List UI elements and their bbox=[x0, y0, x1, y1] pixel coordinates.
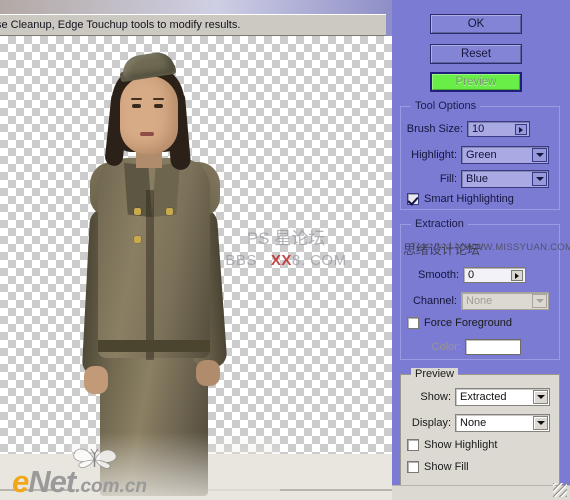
brush-size-value: 10 bbox=[472, 123, 485, 135]
ok-button[interactable]: OK bbox=[430, 14, 522, 34]
highlight-label: Highlight: bbox=[411, 149, 457, 161]
extracted-subject-image bbox=[70, 40, 280, 500]
subject-eye-right bbox=[154, 104, 163, 108]
fill-label: Fill: bbox=[439, 173, 457, 185]
brush-size-input[interactable]: 10 bbox=[467, 121, 530, 137]
extract-dialog: se Cleanup, Edge Touchup tools to modify… bbox=[0, 0, 570, 500]
canvas-top-strip bbox=[0, 0, 392, 14]
display-select[interactable]: None bbox=[455, 414, 550, 432]
show-fill-label: Show Fill bbox=[424, 461, 469, 473]
channel-select: None bbox=[461, 292, 549, 310]
display-row: Display: None bbox=[401, 413, 561, 433]
subject-placket bbox=[146, 190, 154, 360]
force-foreground-checkbox[interactable]: Force Foreground bbox=[407, 317, 512, 329]
highlight-row: Highlight: Green bbox=[401, 145, 561, 165]
chevron-down-icon[interactable] bbox=[533, 390, 548, 404]
brush-size-label: Brush Size: bbox=[406, 123, 463, 135]
brush-size-slider-arrow-icon[interactable] bbox=[515, 124, 527, 135]
preview-title: Preview bbox=[411, 368, 459, 380]
highlight-select[interactable]: Green bbox=[461, 146, 549, 164]
smooth-value: 0 bbox=[468, 269, 475, 281]
show-fill-checkbox[interactable]: Show Fill bbox=[407, 461, 469, 473]
textured-image-label: Textured Image bbox=[411, 241, 485, 253]
smart-highlighting-checkbox[interactable]: Smart Highlighting bbox=[407, 193, 514, 205]
subject-mouth bbox=[140, 132, 154, 136]
display-label: Display: bbox=[411, 417, 451, 429]
checkbox-unchecked-icon[interactable] bbox=[407, 461, 419, 473]
fill-select[interactable]: Blue bbox=[461, 170, 549, 188]
subject-belt bbox=[98, 340, 210, 352]
subject-button bbox=[134, 208, 141, 215]
tool-options-group: Tool Options Brush Size: 10 Highlight: G… bbox=[400, 100, 561, 210]
panel-bottom-strip bbox=[392, 486, 570, 500]
checkbox-checked-icon[interactable] bbox=[407, 193, 419, 205]
reset-button[interactable]: Reset bbox=[430, 44, 522, 64]
smooth-slider-arrow-icon[interactable] bbox=[511, 270, 523, 281]
subject-button bbox=[134, 236, 141, 243]
preview-button[interactable]: Preview bbox=[430, 72, 522, 92]
enet-logo: e Net .com.cn bbox=[12, 464, 147, 499]
extraction-group: Extraction Textured Image 思绪设计论坛 WWW.MIS… bbox=[400, 218, 570, 360]
controls-panel: OK Reset Preview Tool Options Brush Size… bbox=[392, 0, 570, 500]
show-label: Show: bbox=[420, 391, 451, 403]
hint-bar: se Cleanup, Edge Touchup tools to modify… bbox=[0, 14, 388, 36]
logo-domain: .com.cn bbox=[75, 476, 148, 497]
show-highlight-label: Show Highlight bbox=[424, 439, 498, 451]
chevron-down-icon bbox=[532, 294, 547, 308]
extraction-title: Extraction bbox=[411, 218, 468, 230]
chevron-down-icon[interactable] bbox=[532, 172, 547, 186]
brush-size-row: Brush Size: 10 bbox=[401, 119, 561, 139]
extraction-watermark-cn: 思绪设计论坛 bbox=[403, 242, 480, 257]
subject-eye-left bbox=[132, 104, 141, 108]
logo-net: Net bbox=[28, 464, 76, 499]
tool-options-title: Tool Options bbox=[411, 100, 481, 112]
subject-hand-left bbox=[84, 366, 108, 394]
color-row: Color: bbox=[401, 337, 561, 357]
color-label: Color: bbox=[431, 341, 461, 353]
highlight-value: Green bbox=[466, 149, 497, 161]
subject-hand-right bbox=[196, 360, 220, 386]
extraction-watermark-site: WWW.MISSYUAN.COM bbox=[465, 242, 570, 253]
display-value: None bbox=[460, 417, 487, 429]
logo-e: e bbox=[12, 464, 29, 499]
show-highlight-checkbox[interactable]: Show Highlight bbox=[407, 439, 497, 451]
checkbox-unchecked-icon[interactable] bbox=[407, 317, 419, 329]
subject-eyebrow-left bbox=[131, 98, 142, 100]
show-row: Show: Extracted bbox=[401, 387, 561, 407]
checkbox-unchecked-icon[interactable] bbox=[407, 439, 419, 451]
subject-eyebrow-right bbox=[153, 98, 164, 100]
show-value: Extracted bbox=[460, 391, 507, 403]
resize-grip[interactable] bbox=[553, 483, 567, 497]
channel-row: Channel: None bbox=[401, 291, 561, 311]
smart-highlighting-label: Smart Highlighting bbox=[424, 193, 514, 205]
subject-button bbox=[166, 208, 173, 215]
channel-value: None bbox=[466, 295, 493, 307]
smooth-row: Smooth: 0 bbox=[401, 265, 561, 285]
show-select[interactable]: Extracted bbox=[455, 388, 550, 406]
foreground-color-swatch[interactable] bbox=[465, 339, 521, 355]
image-canvas-pane: se Cleanup, Edge Touchup tools to modify… bbox=[0, 0, 392, 500]
chevron-down-icon[interactable] bbox=[533, 416, 548, 430]
preview-group: Preview Show: Extracted Display: None Sh… bbox=[400, 368, 561, 486]
chevron-down-icon[interactable] bbox=[532, 148, 547, 162]
subject-face bbox=[120, 76, 178, 154]
smooth-label: Smooth: bbox=[418, 269, 459, 281]
force-foreground-label: Force Foreground bbox=[424, 317, 513, 329]
fill-value: Blue bbox=[466, 173, 489, 185]
smooth-input[interactable]: 0 bbox=[463, 267, 526, 283]
channel-label: Channel: bbox=[412, 295, 457, 307]
fill-row: Fill: Blue bbox=[401, 169, 561, 189]
